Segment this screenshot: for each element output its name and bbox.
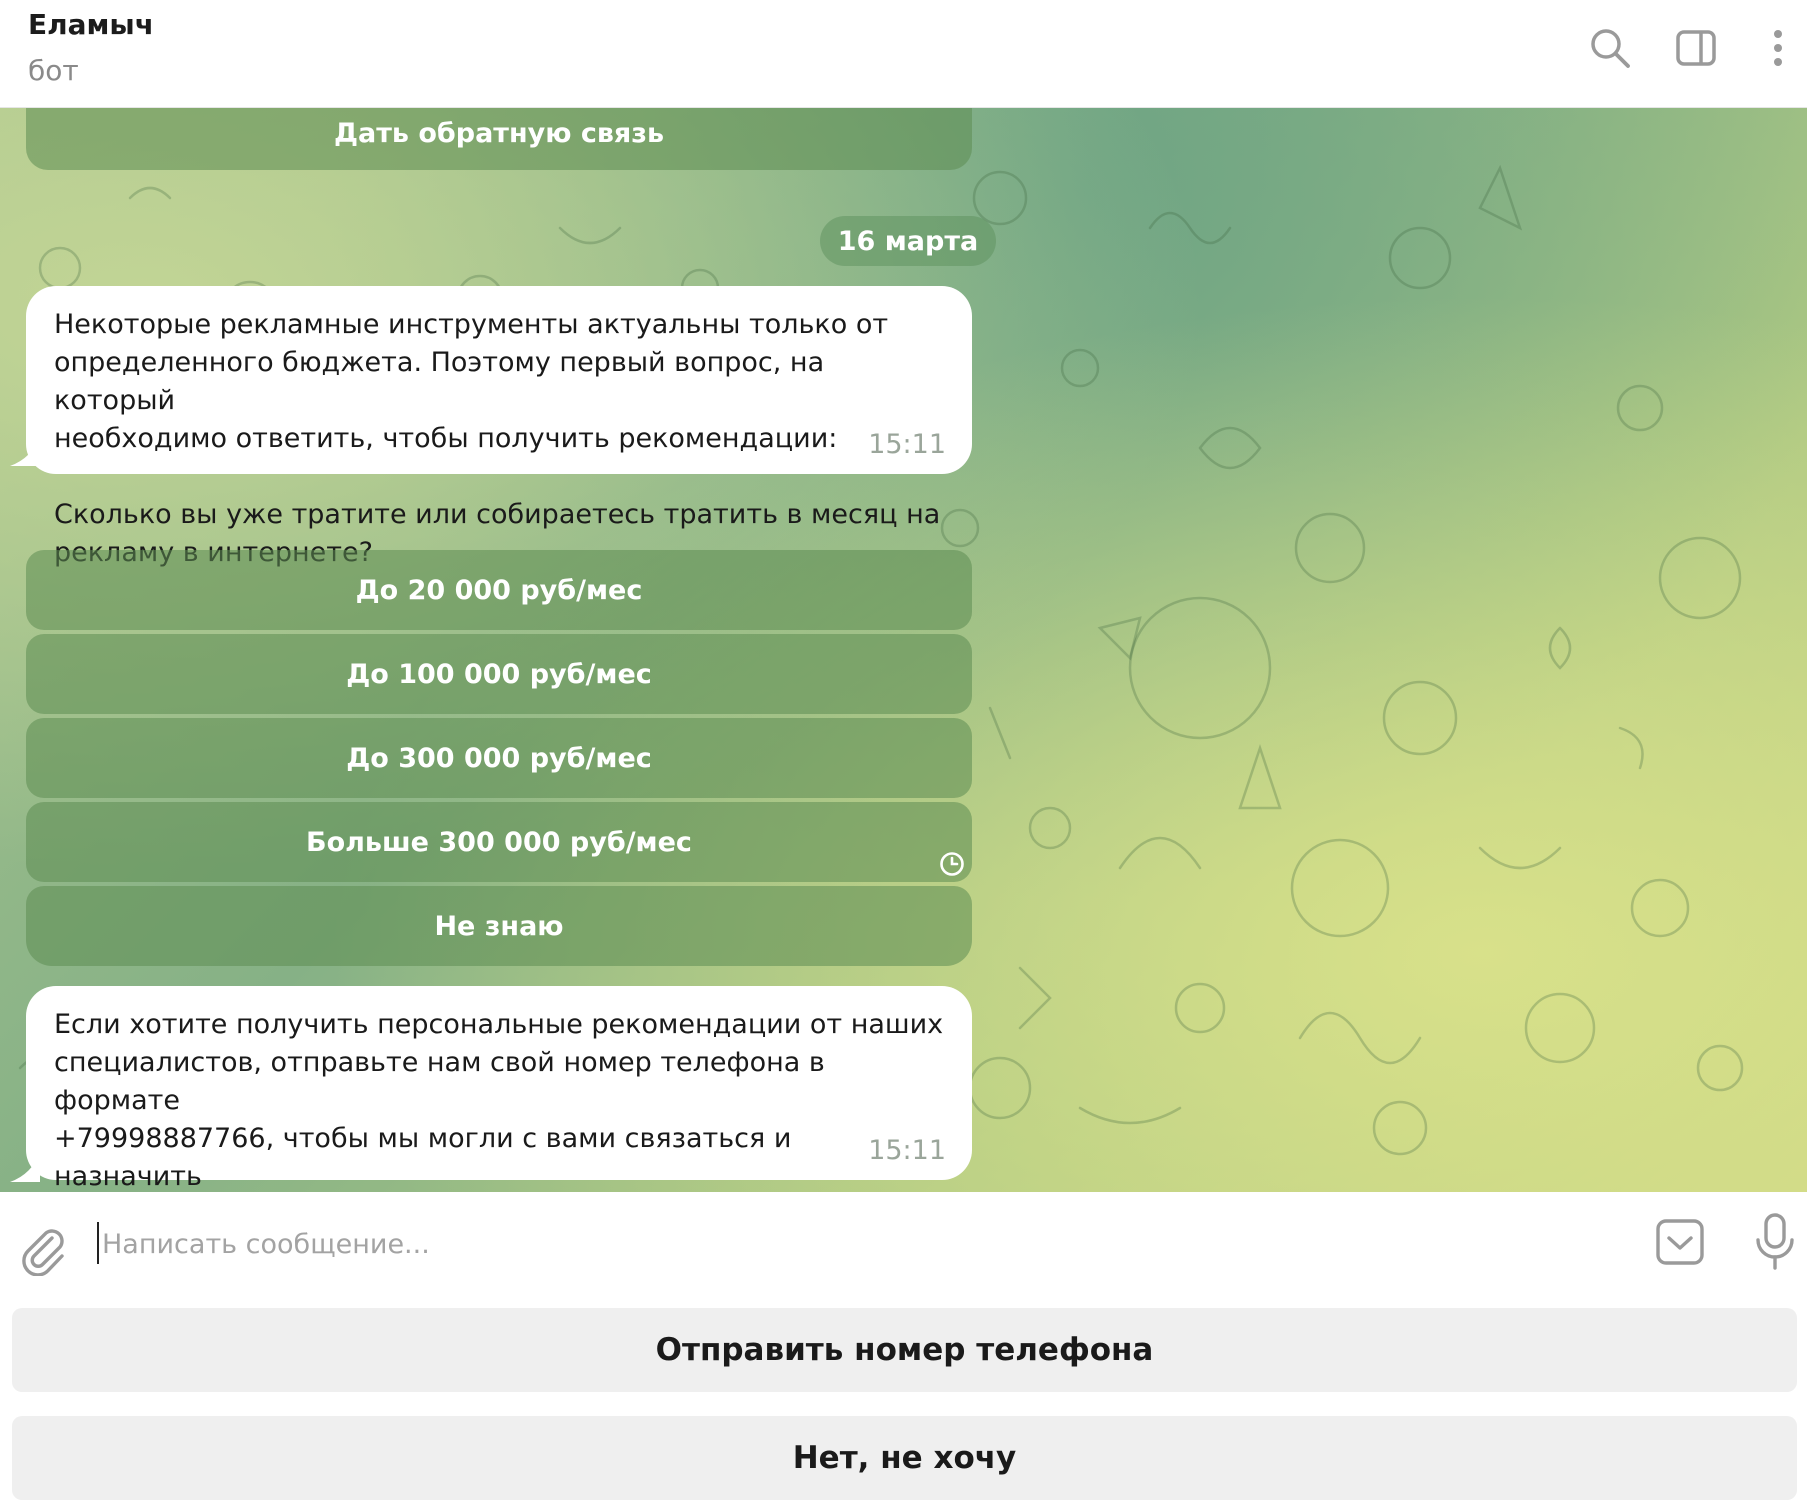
date-divider: 16 марта (820, 216, 996, 266)
telegram-chat-window: Еламыч бот Дать обратную связь 16 марта … (0, 0, 1807, 1508)
message-time: 15:11 (868, 1135, 946, 1166)
chat-subtitle: бот (28, 54, 79, 87)
message-input[interactable] (102, 1222, 1602, 1266)
send-phone-number-button[interactable]: Отправить номер телефона (12, 1308, 1797, 1392)
chat-messages-area[interactable]: Дать обратную связь 16 марта Некоторые р… (0, 108, 1807, 1192)
budget-option-over-300k-button[interactable]: Больше 300 000 руб/мес (26, 802, 972, 882)
budget-option-100k-button[interactable]: До 100 000 руб/мес (26, 634, 972, 714)
budget-option-300k-button[interactable]: До 300 000 руб/мес (26, 718, 972, 798)
message-text: Некоторые рекламные инструменты актуальн… (54, 309, 941, 568)
message-bubble-budget-question: Некоторые рекламные инструменты актуальн… (26, 286, 972, 568)
sidebar-toggle-icon[interactable] (1674, 26, 1718, 70)
more-vertical-icon[interactable] (1756, 26, 1800, 70)
message-bubble-phone-request: Если хотите получить персональные рекоме… (26, 986, 972, 1192)
feedback-button[interactable]: Дать обратную связь (26, 108, 972, 170)
text-caret (97, 1222, 99, 1264)
microphone-icon[interactable] (1752, 1212, 1798, 1272)
reply-keyboard: Отправить номер телефона Нет, не хочу (0, 1308, 1807, 1508)
message-time: 15:11 (868, 429, 946, 460)
decline-button[interactable]: Нет, не хочу (12, 1416, 1797, 1500)
message-composer (0, 1192, 1807, 1308)
chat-title[interactable]: Еламыч (28, 8, 154, 41)
keyboard-icon[interactable] (1654, 1216, 1706, 1268)
clock-icon (940, 852, 964, 876)
chat-header: Еламыч бот (0, 0, 1807, 108)
paperclip-icon[interactable] (18, 1224, 70, 1276)
message-text: Если хотите получить персональные рекоме… (54, 1009, 944, 1192)
budget-option-unknown-button[interactable]: Не знаю (26, 886, 972, 966)
budget-option-20k-button[interactable]: До 20 000 руб/мес (26, 550, 972, 630)
search-icon[interactable] (1588, 26, 1632, 70)
